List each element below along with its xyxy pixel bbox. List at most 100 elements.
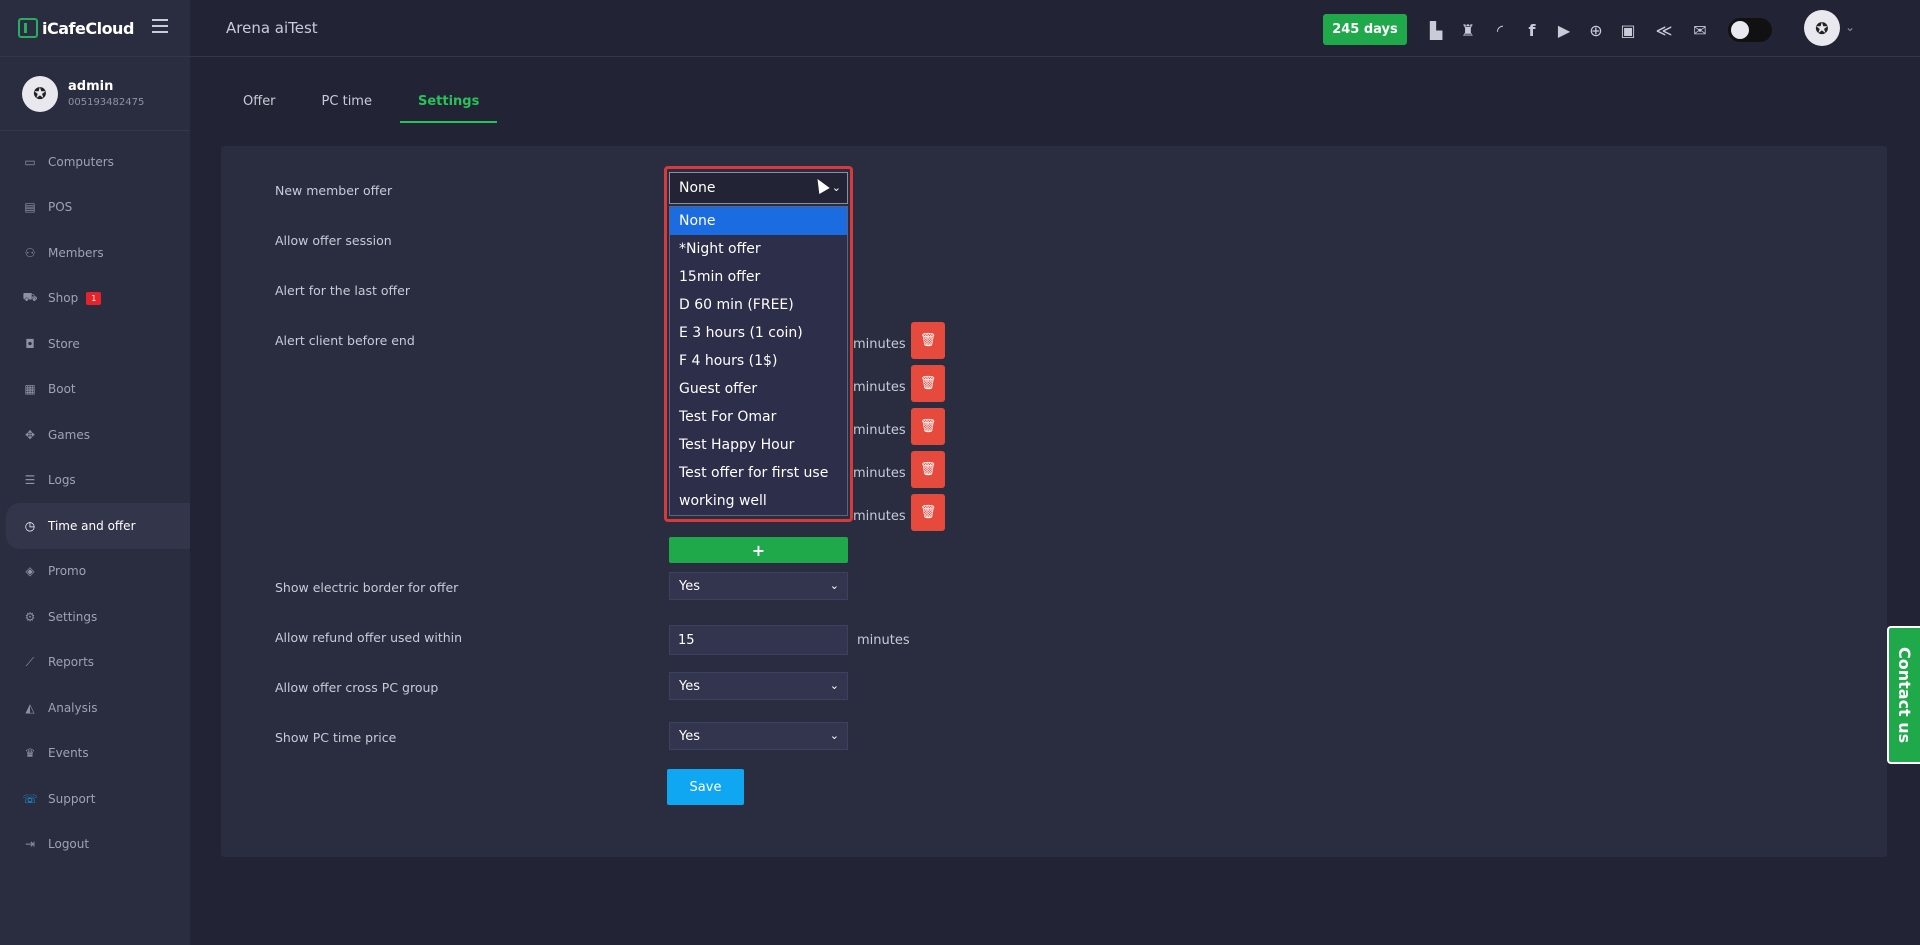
logout-icon: ⇥ (24, 837, 36, 852)
dropdown-option[interactable]: F 4 hours (1$) (670, 347, 847, 375)
delete-alert-button[interactable]: 🗑 (911, 322, 945, 359)
delete-alert-button[interactable]: 🗑 (911, 451, 945, 488)
facebook-icon[interactable]: f (1522, 20, 1542, 40)
sidebar-item-label: Settings (48, 609, 98, 624)
sidebar-item-games[interactable]: ✥ Games (0, 412, 190, 458)
sidebar-item-members[interactable]: ⚇ Members (0, 230, 190, 276)
contact-us-label: Contact us (1895, 646, 1914, 744)
sidebar-nav: ▭ Computers ▤ POS ⚇ Members ⛟ Shop 1 ◘ Store ▦… (0, 139, 190, 867)
phone-icon: ☏ (22, 791, 38, 806)
user-id: 005193482475 (68, 97, 145, 108)
sidebar-item-label: Shop (48, 291, 79, 306)
alert-before-end-label: Alert client before end (275, 333, 415, 348)
youtube-icon[interactable]: ▶ (1554, 20, 1574, 40)
dropdown-option[interactable]: None (670, 207, 847, 235)
sidebar-item-analysis[interactable]: ◭ Analysis (0, 685, 190, 731)
allow-offer-session-label: Allow offer session (275, 233, 392, 248)
sidebar-item-label: Support (48, 791, 96, 806)
alert-unit: minutes (853, 423, 906, 438)
tag-icon: ◈ (25, 564, 35, 579)
theme-toggle[interactable] (1728, 18, 1772, 42)
globe-icon[interactable]: ⊕ (1586, 20, 1606, 40)
sidebar-item-pos[interactable]: ▤ POS (0, 185, 190, 231)
contact-us-button[interactable]: Contact us (1887, 626, 1920, 764)
chevron-down-icon: ⌄ (829, 579, 839, 592)
select-value: Yes (679, 678, 700, 694)
dropdown-option[interactable]: Test For Omar (670, 403, 847, 431)
dropdown-option[interactable]: D 60 min (FREE) (670, 291, 847, 319)
trash-icon: 🗑 (919, 419, 937, 434)
sidebar-item-time-and-offer[interactable]: ◷ Time and offer (6, 503, 190, 549)
alert-last-offer-label: Alert for the last offer (275, 283, 410, 298)
trash-icon: 🗑 (919, 462, 937, 477)
users-icon: ⚇ (24, 245, 36, 260)
sidebar-item-logs[interactable]: ☰ Logs (0, 458, 190, 504)
delete-alert-button[interactable]: 🗑 (911, 408, 945, 445)
new-member-offer-options: None *Night offer 15min offer D 60 min (… (669, 206, 848, 516)
sidebar-item-label: Time and offer (48, 518, 136, 533)
tab-pc-time[interactable]: PC time (304, 94, 390, 123)
shop-title: Arena aiTest (226, 19, 318, 37)
trophy-icon[interactable]: ♜ (1458, 20, 1478, 40)
sidebar-item-promo[interactable]: ◈ Promo (0, 549, 190, 595)
settings-panel (221, 146, 1887, 857)
tab-offer[interactable]: Offer (225, 94, 294, 123)
tabs: Offer PC time Settings (225, 94, 507, 123)
sidebar-item-label: Reports (48, 655, 95, 670)
sidebar-item-shop[interactable]: ⛟ Shop 1 (0, 276, 190, 322)
sidebar-item-label: Promo (48, 564, 87, 579)
new-member-offer-label: New member offer (275, 183, 393, 198)
sidebar-item-reports[interactable]: ⟋ Reports (0, 640, 190, 686)
sidebar-item-logout[interactable]: ⇥ Logout (0, 822, 190, 868)
dropdown-option[interactable]: working well (670, 487, 847, 515)
trash-icon: 🗑 (919, 376, 937, 391)
tab-settings[interactable]: Settings (399, 94, 498, 123)
handshake-icon[interactable]: ≪ (1650, 20, 1678, 40)
header-avatar[interactable]: ✪ (1804, 10, 1840, 46)
line-chart-icon: ⟋ (25, 654, 35, 669)
area-chart-icon: ◭ (25, 700, 35, 715)
refund-within-input[interactable]: 15 (669, 625, 848, 655)
save-button[interactable]: Save (667, 769, 744, 805)
sidebar-item-settings[interactable]: ⚙ Settings (0, 594, 190, 640)
sidebar: iCafeCloud ✪ admin 005193482475 ▭ Compute… (0, 0, 190, 945)
cross-pc-group-select[interactable]: Yes ⌄ (669, 672, 848, 700)
delete-alert-button[interactable]: 🗑 (911, 365, 945, 402)
dropdown-option[interactable]: 15min offer (670, 263, 847, 291)
sidebar-item-store[interactable]: ◘ Store (0, 321, 190, 367)
sidebar-item-label: Logs (48, 473, 76, 488)
sidebar-item-label: Computers (48, 154, 114, 169)
mail-icon[interactable]: ✉ (1690, 20, 1710, 40)
show-pc-time-price-label: Show PC time price (275, 730, 397, 745)
trash-icon: 🗑 (919, 505, 937, 520)
avatar: ✪ (22, 75, 58, 112)
menu-toggle-icon[interactable] (152, 19, 168, 33)
sidebar-item-support[interactable]: ☏ Support (0, 776, 190, 822)
dropdown-option[interactable]: Test offer for first use (670, 459, 847, 487)
electric-border-select[interactable]: Yes ⌄ (669, 572, 848, 600)
stopwatch-icon: ◷ (24, 518, 36, 533)
show-pc-time-price-select[interactable]: Yes ⌄ (669, 722, 848, 750)
add-alert-button[interactable]: + (669, 537, 848, 563)
icafe-icon[interactable]: ▣ (1618, 20, 1638, 40)
dropdown-option[interactable]: Test Happy Hour (670, 431, 847, 459)
rss-icon[interactable]: ◜ (1490, 20, 1510, 40)
crown-icon: ♛ (24, 746, 36, 761)
delete-alert-button[interactable]: 🗑 (911, 494, 945, 531)
windows-icon: ▦ (24, 382, 36, 397)
sidebar-item-events[interactable]: ♛ Events (0, 731, 190, 777)
select-value: None (679, 180, 716, 196)
sidebar-item-computers[interactable]: ▭ Computers (0, 139, 190, 185)
ranking-icon[interactable]: ▙ (1426, 20, 1446, 40)
license-days-badge[interactable]: 245 days (1323, 14, 1407, 45)
user-box: ✪ admin 005193482475 (0, 57, 190, 131)
dropdown-option[interactable]: *Night offer (670, 235, 847, 263)
chevron-down-icon[interactable]: ⌄ (1845, 20, 1855, 34)
bag-icon: ◘ (25, 336, 35, 351)
header-icons: ▙ ♜ ◜ f ▶ ⊕ ▣ ≪ ✉ (1426, 18, 1772, 42)
sidebar-item-boot[interactable]: ▦ Boot (0, 367, 190, 413)
gear-icon: ⚙ (24, 609, 36, 624)
dropdown-option[interactable]: E 3 hours (1 coin) (670, 319, 847, 347)
monitor-icon: ▭ (24, 154, 36, 169)
dropdown-option[interactable]: Guest offer (670, 375, 847, 403)
